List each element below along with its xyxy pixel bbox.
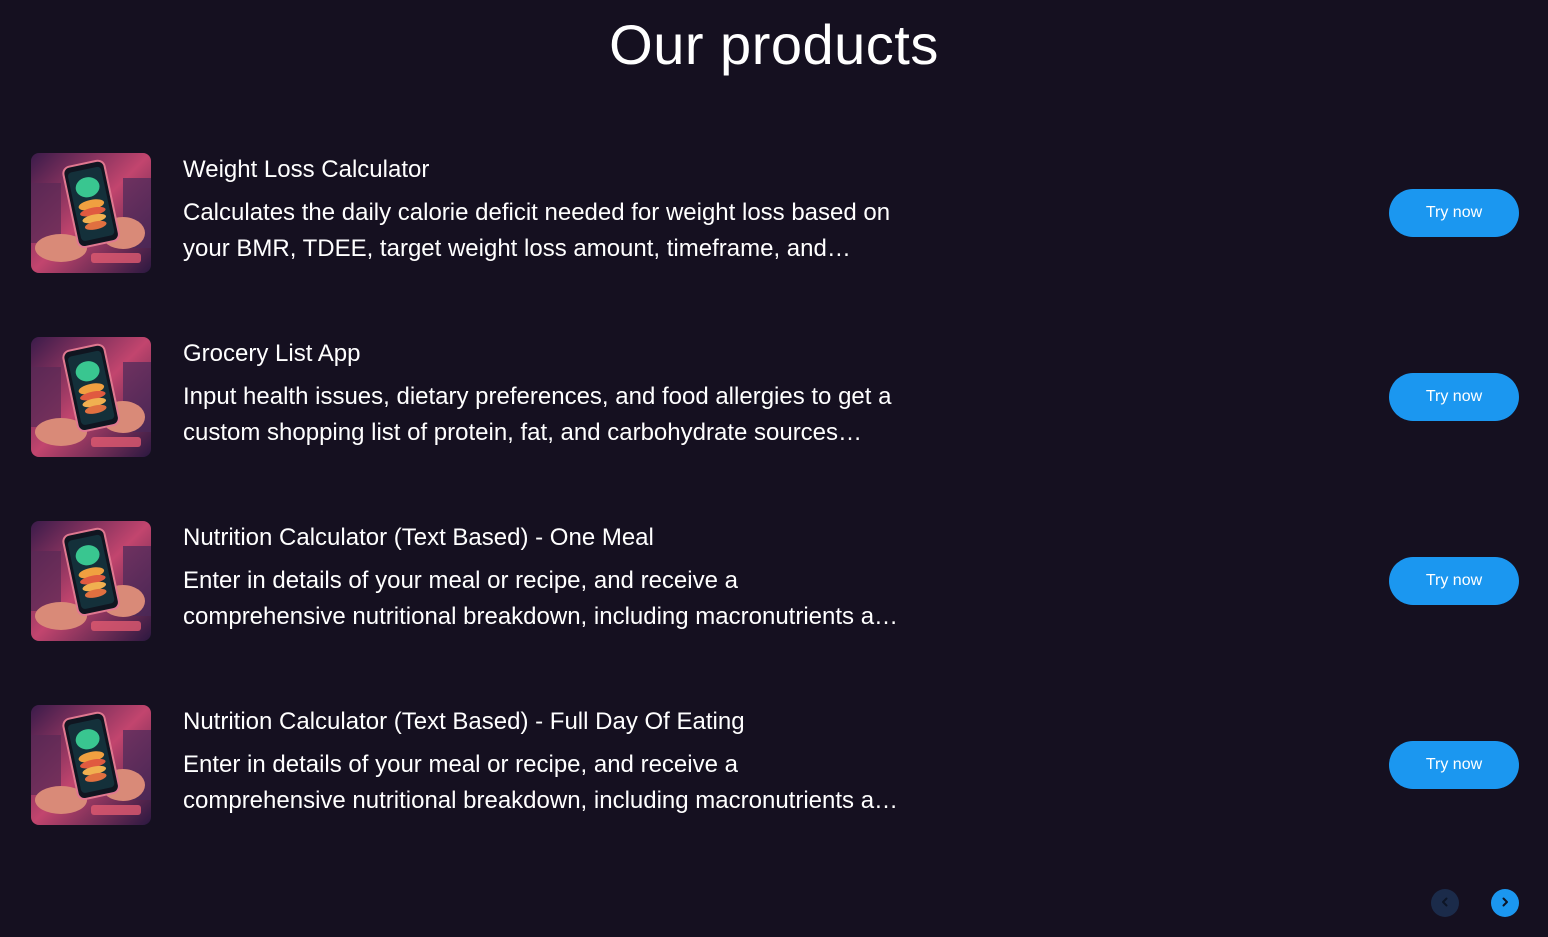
try-now-button[interactable]: Try now (1389, 189, 1519, 237)
product-description: Enter in details of your meal or recipe,… (183, 751, 901, 814)
try-now-button[interactable]: Try now (1389, 557, 1519, 605)
product-description: Input health issues, dietary preferences… (183, 383, 892, 446)
product-text: Grocery List App Input health issues, di… (183, 337, 903, 451)
product-name: Nutrition Calculator (Text Based) - Full… (183, 708, 745, 735)
previous-page-button[interactable] (1431, 889, 1459, 917)
chevron-left-icon (1439, 896, 1451, 911)
product-text: Weight Loss Calculator Calculates the da… (183, 153, 903, 267)
product-row: Grocery List App Input health issues, di… (31, 337, 1519, 457)
product-text: Nutrition Calculator (Text Based) - One … (183, 521, 903, 635)
product-thumbnail (31, 337, 151, 457)
products-page: Our products Weight Loss Calculator Calc… (0, 0, 1548, 937)
product-name: Nutrition Calculator (Text Based) - One … (183, 524, 654, 551)
page-title: Our products (609, 13, 939, 76)
product-thumbnail (31, 521, 151, 641)
product-list: Weight Loss Calculator Calculates the da… (31, 153, 1519, 889)
product-thumbnail (31, 705, 151, 825)
next-page-button[interactable] (1491, 889, 1519, 917)
product-row: Nutrition Calculator (Text Based) - One … (31, 521, 1519, 641)
product-text: Nutrition Calculator (Text Based) - Full… (183, 705, 903, 819)
product-thumbnail (31, 153, 151, 273)
try-now-button[interactable]: Try now (1389, 373, 1519, 421)
chevron-right-icon (1499, 896, 1511, 911)
product-row: Weight Loss Calculator Calculates the da… (31, 153, 1519, 273)
product-name: Weight Loss Calculator (183, 156, 430, 183)
product-description: Enter in details of your meal or recipe,… (183, 567, 901, 630)
product-name: Grocery List App (183, 340, 361, 367)
try-now-button[interactable]: Try now (1389, 741, 1519, 789)
product-description: Calculates the daily calorie deficit nee… (183, 199, 891, 262)
product-row: Nutrition Calculator (Text Based) - Full… (31, 705, 1519, 825)
